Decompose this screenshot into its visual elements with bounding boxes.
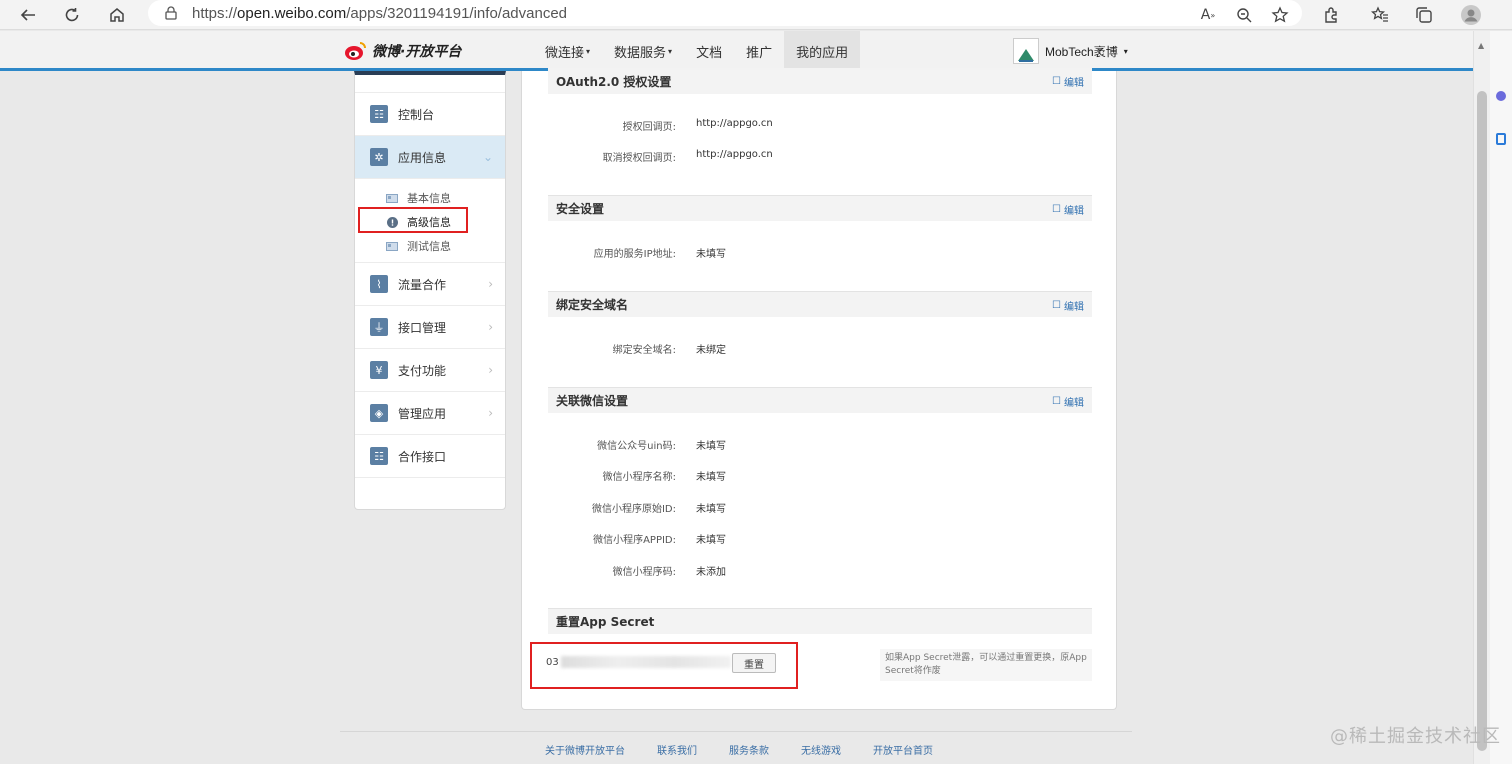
sidebar-app-icon[interactable] [1496,133,1506,145]
chevron-right-icon: › [488,320,493,334]
highlight-box [358,207,468,233]
menu-item-payment[interactable]: ¥ 支付功能 › [355,349,505,392]
section-header-oauth: OAuth2.0 授权设置 ☐ 编辑 [548,68,1092,94]
footer-link-games[interactable]: 无线游戏 [801,742,841,757]
footer-link-contact[interactable]: 联系我们 [657,742,697,757]
section-header-security: 安全设置 ☐ 编辑 [548,195,1092,221]
field-row: 微信小程序APPID: 未填写 [593,535,726,546]
chevron-right-icon: › [488,363,493,377]
sliders-icon: ☷ [370,447,388,465]
section-header-wechat: 关联微信设置 ☐ 编辑 [548,387,1092,413]
page-scrollbar[interactable]: ▲ [1473,31,1490,764]
footer-link-about[interactable]: 关于微博开放平台 [545,742,625,757]
field-row: 授权回调页: http://appgo.cn [622,118,773,133]
url-text: https://open.weibo.com/apps/3201194191/i… [192,4,568,22]
profile-avatar-icon[interactable] [1458,2,1484,28]
id-card-icon [386,193,398,203]
field-row: 微信小程序码: 未添加 [612,567,726,578]
weibo-logo[interactable]: 微博·开放平台 [344,40,461,62]
app-side-menu: ☷ 控制台 ✲ 应用信息 ⌄ 基本信息 高级信息 测试信息 ⌇ 流量合作 › ⏚… [354,71,506,510]
field-row: 微信小程序原始ID: 未填写 [591,504,726,515]
browser-sidebar [1490,31,1512,764]
lock-icon[interactable] [164,6,178,20]
advanced-info-panel: OAuth2.0 授权设置 ☐ 编辑 授权回调页: http://appgo.cn … [521,68,1117,710]
site-header: 微博·开放平台 微连接 ▾ 数据服务 ▾ 文档 推广 我的应用 MobTech袤博 … [0,31,1473,71]
menu-item-traffic[interactable]: ⌇ 流量合作 › [355,263,505,306]
field-row: 取消授权回调页: http://appgo.cn [602,149,773,164]
address-bar[interactable]: https://open.weibo.com/apps/3201194191/i… [148,0,1302,26]
footer-links: 关于微博开放平台 联系我们 服务条款 无线游戏 开放平台首页 [545,742,933,757]
zoom-icon[interactable] [1231,2,1257,28]
scroll-up-icon[interactable]: ▲ [1478,41,1484,50]
section-header-reset-secret: 重置App Secret [548,608,1092,634]
favorite-add-icon[interactable] [1267,2,1293,28]
field-row: 微信公众号uin码: 未填写 [597,441,726,452]
edit-icon: ☐ [1052,396,1061,407]
sidebar-app-icon[interactable] [1496,91,1506,101]
menu-item-app-info[interactable]: ✲ 应用信息 ⌄ [355,136,505,179]
layers-icon: ◈ [370,404,388,422]
gear-icon: ✲ [370,148,388,166]
yen-icon: ¥ [370,361,388,379]
submenu-test-info[interactable]: 测试信息 [355,234,505,258]
back-icon[interactable] [15,2,41,28]
edit-domain-button[interactable]: ☐ 编辑 [1052,298,1084,313]
chevron-right-icon: › [488,277,493,291]
menu-item-api[interactable]: ⏚ 接口管理 › [355,306,505,349]
weibo-eye-icon [345,42,366,60]
nav-promotion[interactable]: 推广 [734,31,784,71]
refresh-icon[interactable] [59,2,85,28]
field-row: 微信小程序名称: 未填写 [602,472,726,483]
user-menu[interactable]: MobTech袤博 ▾ [1013,38,1128,64]
chart-icon: ⌇ [370,275,388,293]
chevron-right-icon: › [488,406,493,420]
footer-divider [340,731,1132,732]
home-icon[interactable] [104,2,130,28]
field-row: 绑定安全域名: 未绑定 [612,345,726,356]
reset-notice: 如果App Secret泄露，可以通过重置更换，原App Secret将作废 [880,649,1092,681]
nav-data-service[interactable]: 数据服务 ▾ [602,31,684,71]
nav-weilianjie[interactable]: 微连接 ▾ [533,31,602,71]
edit-oauth-button[interactable]: ☐ 编辑 [1052,74,1084,89]
edit-icon: ☐ [1052,300,1061,311]
id-card-icon [386,241,398,251]
menu-item-manage-app[interactable]: ◈ 管理应用 › [355,392,505,435]
watermark-text: @稀土掘金技术社区 [1330,726,1501,747]
menu-item-console[interactable]: ☷ 控制台 [355,93,505,136]
chevron-down-icon: ▾ [1123,46,1128,56]
favorites-icon[interactable] [1367,2,1393,28]
field-row: 应用的服务IP地址: 未填写 [593,249,726,260]
footer-link-home[interactable]: 开放平台首页 [873,742,933,757]
plug-icon: ⏚ [370,318,388,336]
footer-link-terms[interactable]: 服务条款 [729,742,769,757]
user-avatar [1013,38,1039,64]
collections-icon[interactable] [1411,2,1437,28]
browser-toolbar: https://open.weibo.com/apps/3201194191/i… [0,0,1512,30]
user-name: MobTech袤博 [1045,44,1118,59]
edit-security-button[interactable]: ☐ 编辑 [1052,202,1084,217]
nav-docs[interactable]: 文档 [684,31,734,71]
sliders-icon: ☷ [370,105,388,123]
main-nav: 微连接 ▾ 数据服务 ▾ 文档 推广 我的应用 [533,31,861,71]
extensions-icon[interactable] [1318,2,1344,28]
logo-text: 微博·开放平台 [372,44,462,60]
edit-wechat-button[interactable]: ☐ 编辑 [1052,394,1084,409]
edit-icon: ☐ [1052,204,1061,215]
nav-my-apps[interactable]: 我的应用 [784,31,861,71]
chevron-down-icon: ⌄ [482,150,493,164]
read-aloud-icon[interactable]: A» [1195,2,1221,28]
section-header-domain: 绑定安全域名 ☐ 编辑 [548,291,1092,317]
scrollbar-thumb[interactable] [1477,91,1487,751]
edit-icon: ☐ [1052,76,1061,87]
menu-item-coop-api[interactable]: ☷ 合作接口 [355,435,505,478]
highlight-box [530,642,798,689]
